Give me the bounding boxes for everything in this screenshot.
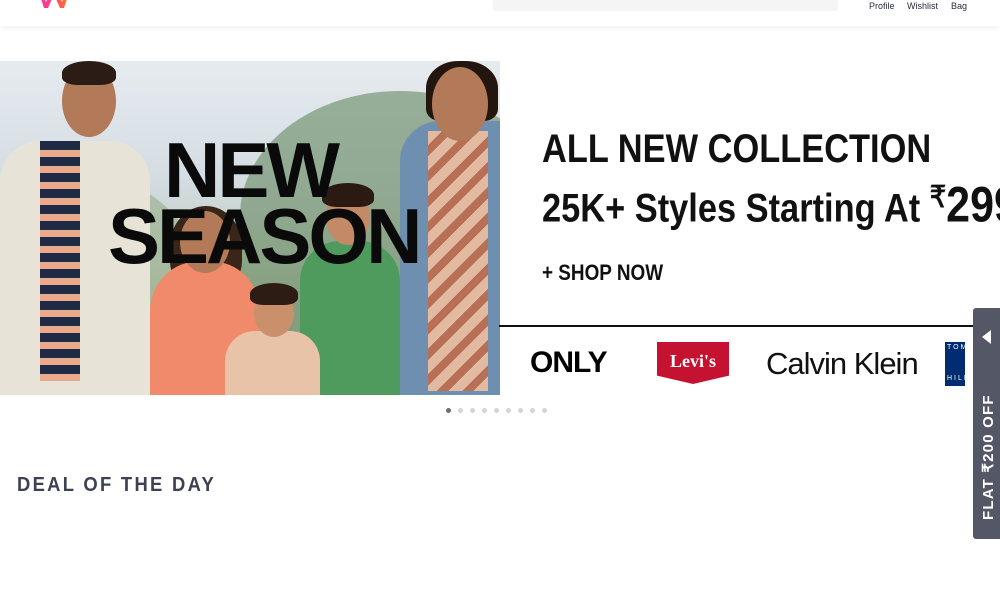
wishlist-link[interactable]: Wishlist <box>907 1 938 11</box>
collection-text: ALL NEW COLLECTION 25K+ Styles Starting … <box>542 127 1000 235</box>
chevron-left-icon[interactable] <box>982 330 991 344</box>
model-hair <box>250 283 298 305</box>
banner-divider <box>499 325 1000 327</box>
top-header: Profile Wishlist Bag <box>0 0 1000 26</box>
carousel-dot[interactable] <box>506 408 511 413</box>
model-figure <box>225 331 320 395</box>
carousel-dot[interactable] <box>470 408 475 413</box>
carousel-dots <box>446 408 547 414</box>
bag-link[interactable]: Bag <box>951 1 967 11</box>
brand-logo-levis[interactable]: Levi's <box>657 342 729 384</box>
carousel-dot[interactable] <box>518 408 523 413</box>
brand-logo-calvin-klein[interactable]: Calvin Klein <box>766 346 919 382</box>
search-input[interactable] <box>493 0 838 11</box>
headline-line: SEASON <box>108 192 422 280</box>
carousel-dot[interactable] <box>494 408 499 413</box>
carousel-dot[interactable] <box>530 408 535 413</box>
carousel-dot[interactable] <box>482 408 487 413</box>
profile-link[interactable]: Profile <box>869 1 895 11</box>
starting-price: 299 <box>946 176 1000 233</box>
carousel-dot[interactable] <box>458 408 463 413</box>
carousel-dot[interactable] <box>542 408 547 413</box>
brand-strip: ONLY Levi's Calvin Klein TOMMY HILFIGER <box>500 328 1000 395</box>
model-hair <box>62 61 116 85</box>
banner-image-headline: NEW SEASON <box>108 131 422 280</box>
collection-title: ALL NEW COLLECTION <box>542 127 932 171</box>
subtitle-prefix: 25K+ Styles Starting At <box>542 186 930 231</box>
myntra-logo-icon[interactable] <box>36 0 72 10</box>
brand-logo-only[interactable]: ONLY <box>530 346 608 380</box>
section-title-deal-of-the-day: DEAL OF THE DAY <box>17 474 217 496</box>
model-head <box>432 67 488 141</box>
hero-banner[interactable]: NEW SEASON ALL NEW COLLECTION 25K+ Style… <box>0 61 1000 395</box>
shop-now-link[interactable]: + SHOP NOW <box>542 260 663 286</box>
collection-subtitle: 25K+ Styles Starting At ₹299 <box>542 171 1000 235</box>
flat-offer-label: FLAT ₹200 OFF <box>980 394 997 520</box>
banner-photo: NEW SEASON <box>0 61 500 395</box>
flat-offer-tab[interactable]: FLAT ₹200 OFF <box>973 308 1000 539</box>
carousel-dot[interactable] <box>446 408 451 413</box>
currency-symbol: ₹ <box>929 181 947 214</box>
